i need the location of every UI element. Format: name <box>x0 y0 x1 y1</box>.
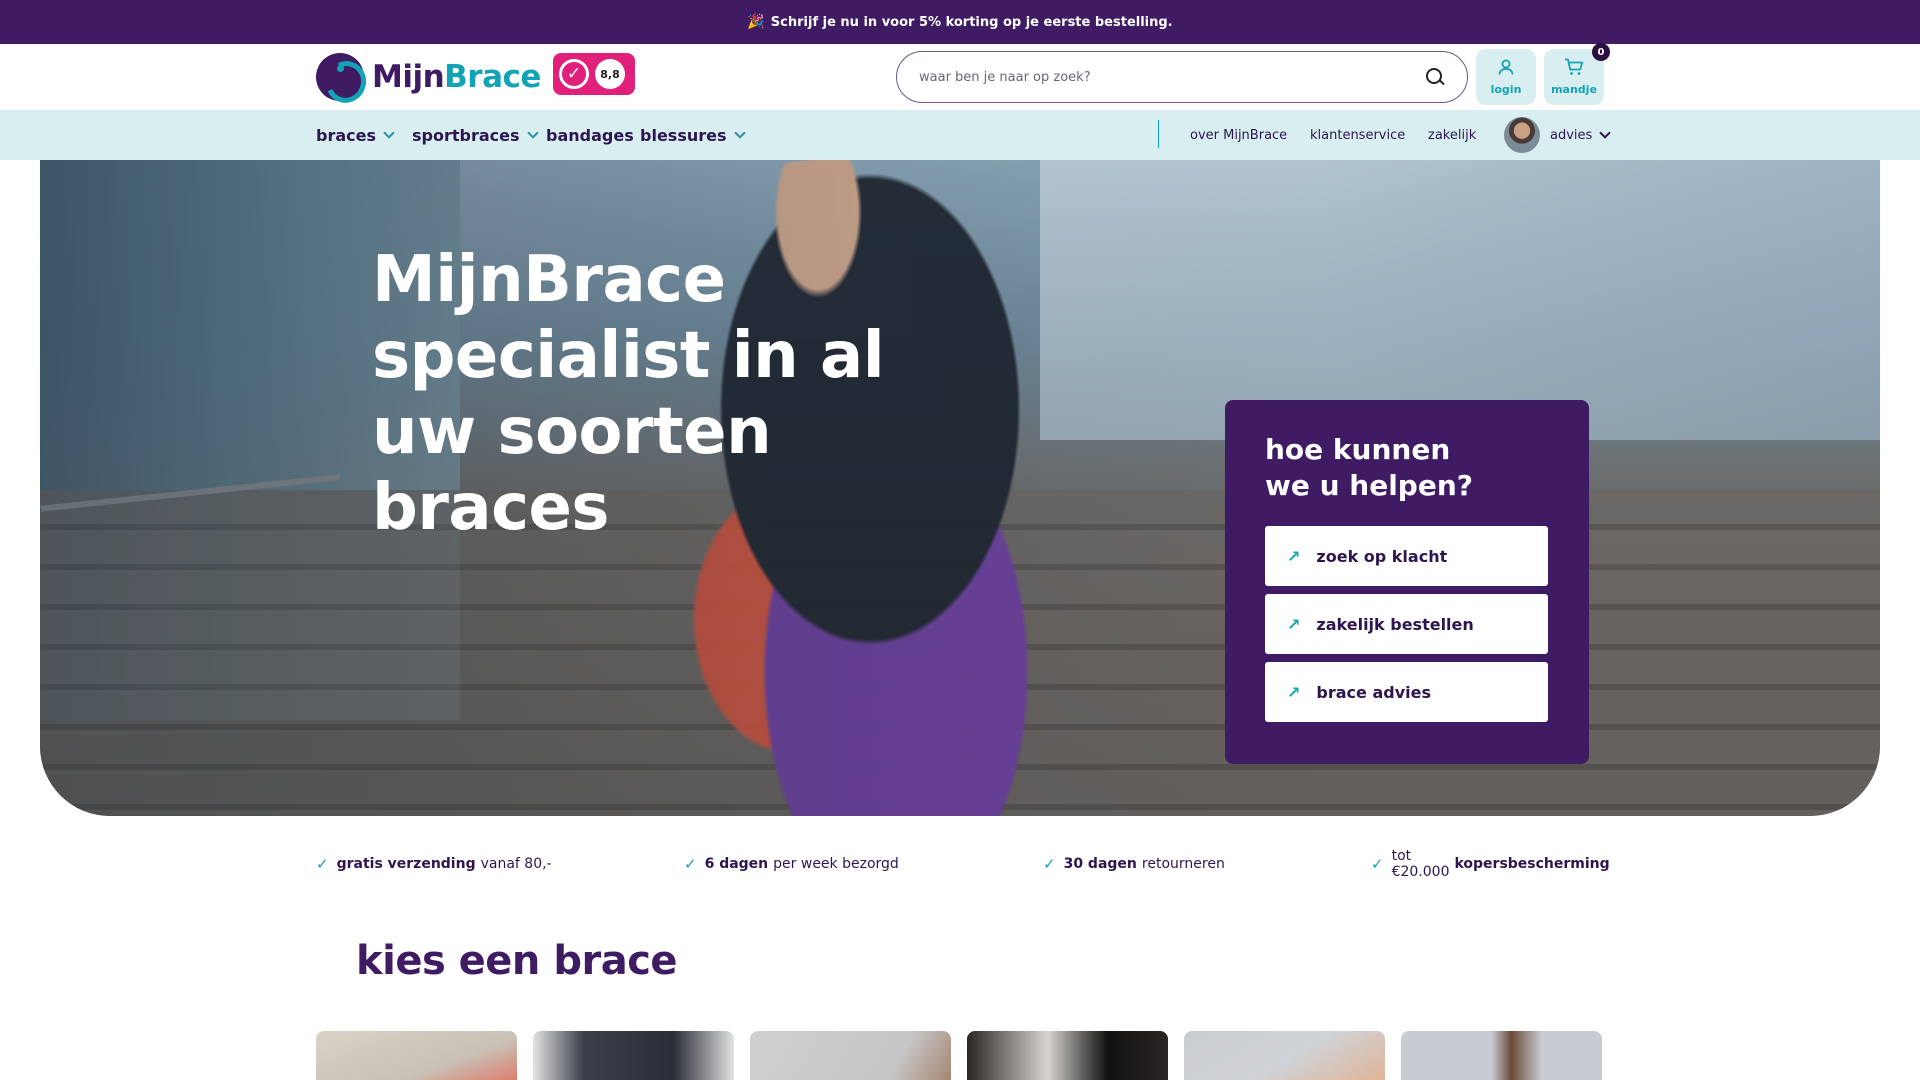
logo-text-brace: Brace <box>444 59 541 95</box>
cart-count-badge: 0 <box>1592 43 1610 61</box>
check-icon: ✓ <box>316 855 329 873</box>
usp-text: tot €20.000 <box>1391 848 1450 880</box>
search-icon[interactable] <box>1425 67 1445 87</box>
usp-bold: 30 dagen <box>1063 856 1137 872</box>
zakelijk-bestellen-button[interactable]: ↗ zakelijk bestellen <box>1265 594 1548 654</box>
category-card[interactable] <box>533 1031 734 1080</box>
nav-link-klantenservice[interactable]: klantenservice <box>1310 110 1405 160</box>
check-icon: ✓ <box>1371 855 1384 873</box>
help-button-label: brace advies <box>1316 682 1431 702</box>
rating-check-icon: ✓ <box>559 59 589 89</box>
site-header: MijnBrace ✓ 8,8 login mandje 0 <box>0 43 1920 110</box>
logo-mark-icon <box>316 53 364 101</box>
nav-item-bandages[interactable]: bandages <box>546 110 634 160</box>
usp-item-verzending: ✓ gratis verzending vanaf 80,- <box>316 852 552 876</box>
check-icon: ✓ <box>684 855 697 873</box>
brace-category-cards <box>316 1031 1604 1080</box>
usp-bar: ✓ gratis verzending vanaf 80,- ✓ 6 dagen… <box>316 848 1610 880</box>
help-button-label: zoek op klacht <box>1316 546 1448 566</box>
main-navigation: braces sportbraces bandages blessures ov… <box>0 110 1920 160</box>
nav-item-blessures[interactable]: blessures <box>640 110 746 160</box>
usp-text: per week bezorgd <box>773 856 899 872</box>
user-icon <box>1497 58 1515 81</box>
logo[interactable]: MijnBrace <box>316 52 541 102</box>
arrow-up-right-icon: ↗ <box>1287 546 1301 566</box>
advies-menu[interactable]: advies <box>1504 115 1611 155</box>
arrow-up-right-icon: ↗ <box>1287 614 1301 634</box>
logo-text-mijn: Mijn <box>372 59 445 95</box>
party-icon: 🎉 <box>747 14 765 30</box>
nav-item-label: blessures <box>640 125 727 145</box>
chevron-down-icon <box>733 126 746 139</box>
usp-bold: gratis verzending <box>336 856 476 872</box>
section-title: kies een brace <box>356 938 678 984</box>
usp-bold: kopersbescherming <box>1454 856 1610 872</box>
brace-advies-button[interactable]: ↗ brace advies <box>1265 662 1548 722</box>
zoek-op-klacht-button[interactable]: ↗ zoek op klacht <box>1265 526 1548 586</box>
hero-banner: MijnBrace specialist in al uw soorten br… <box>40 160 1880 816</box>
help-box-title-line2: we u helpen? <box>1265 469 1474 502</box>
rating-badge[interactable]: ✓ 8,8 <box>553 53 635 95</box>
nav-item-label: sportbraces <box>412 125 520 145</box>
promo-text: Schrijf je nu in voor 5% korting op je e… <box>770 14 1173 30</box>
hero-title: MijnBrace specialist in al uw soorten br… <box>372 243 885 545</box>
search-bar <box>896 51 1468 103</box>
nav-divider <box>1158 120 1159 148</box>
avatar <box>1504 117 1540 153</box>
cart-button[interactable]: mandje 0 <box>1544 43 1610 105</box>
usp-item-bezorging: ✓ 6 dagen per week bezorgd <box>684 852 899 876</box>
usp-bold: 6 dagen <box>704 856 769 872</box>
nav-item-label: bandages <box>546 125 634 145</box>
nav-link-zakelijk[interactable]: zakelijk <box>1428 110 1476 160</box>
category-card[interactable] <box>1184 1031 1385 1080</box>
rating-score: 8,8 <box>595 59 625 89</box>
usp-item-kopersbescherming: ✓ tot €20.000 kopersbescherming <box>1371 848 1615 880</box>
help-box: hoe kunnen we u helpen? ↗ zoek op klacht… <box>1225 400 1589 764</box>
category-card[interactable] <box>750 1031 951 1080</box>
chevron-down-icon <box>383 126 395 139</box>
login-button[interactable]: login <box>1476 49 1536 105</box>
search-input[interactable] <box>919 69 1425 85</box>
nav-item-braces[interactable]: braces <box>316 110 395 160</box>
cart-icon <box>1564 58 1584 81</box>
nav-item-sportbraces[interactable]: sportbraces <box>412 110 539 160</box>
nav-item-label: braces <box>316 125 376 145</box>
login-label: login <box>1490 83 1522 96</box>
usp-item-retourneren: ✓ 30 dagen retourneren <box>1043 852 1225 876</box>
chevron-down-icon <box>526 126 539 139</box>
help-button-label: zakelijk bestellen <box>1316 614 1474 634</box>
nav-link-over-mijnbrace[interactable]: over MijnBrace <box>1190 110 1287 160</box>
help-box-title-line1: hoe kunnen <box>1265 433 1451 466</box>
category-card[interactable] <box>316 1031 517 1080</box>
chevron-down-icon <box>1599 126 1611 139</box>
check-icon: ✓ <box>1043 855 1056 873</box>
promo-banner[interactable]: 🎉 Schrijf je nu in voor 5% korting op je… <box>0 0 1920 44</box>
cart-label: mandje <box>1551 83 1597 96</box>
usp-text: vanaf 80,- <box>480 856 552 872</box>
category-card[interactable] <box>1401 1031 1602 1080</box>
help-box-title: hoe kunnen we u helpen? <box>1265 432 1549 504</box>
advies-label: advies <box>1550 127 1593 143</box>
usp-text: retourneren <box>1141 856 1225 872</box>
category-card[interactable] <box>967 1031 1168 1080</box>
logo-text: MijnBrace <box>372 59 541 95</box>
arrow-up-right-icon: ↗ <box>1287 682 1301 702</box>
